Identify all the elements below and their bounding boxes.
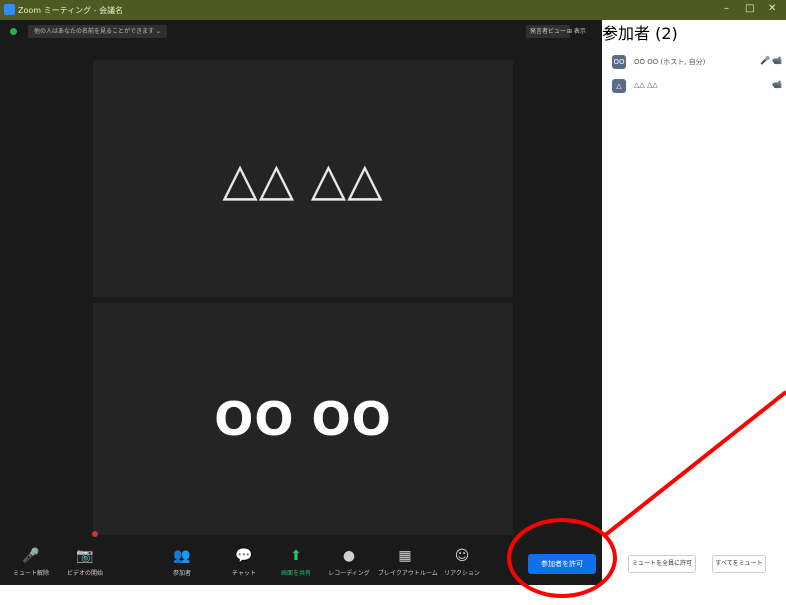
video-tile-participant-2[interactable]: OO OO (93, 303, 513, 535)
annotation-circle (507, 518, 617, 598)
unmute-button[interactable]: 🎤 ミュート解除 (4, 547, 58, 577)
toolbar-label: ビデオの開始 (66, 570, 103, 577)
participant-row[interactable]: OO OO OO (ホスト, 自分) 🎤 📹 (612, 55, 786, 73)
participant-name-label: OO OO (214, 392, 392, 446)
toolbar-label: ミュート解除 (12, 570, 49, 577)
chat-button[interactable]: 💬 チャット (217, 547, 271, 577)
record-icon: ● (342, 548, 356, 564)
recording-button[interactable]: ● レコーディング (322, 547, 376, 577)
camera-off-icon: 📷 (76, 548, 94, 564)
muted-mic-icon[interactable]: 🎤 (760, 56, 770, 65)
close-button[interactable]: ✕ (768, 3, 776, 14)
name-visibility-notice[interactable]: 他の人はあなたの名前を見ることができます ⌄ (28, 25, 167, 38)
reactions-button[interactable]: ☺ リアクション (435, 547, 489, 577)
share-screen-icon: ⬆ (290, 548, 302, 564)
mute-all-button[interactable]: すべてをミュート (712, 555, 766, 573)
breakout-rooms-icon: ▦ (398, 548, 412, 564)
window-title-bar: Zoom ミーティング - 会議名 – □ ✕ (0, 0, 786, 20)
toolbar-label: リアクション (444, 570, 480, 577)
breakout-rooms-button[interactable]: ▦ ブレイクアウトルーム (378, 547, 438, 577)
participants-panel (602, 20, 786, 605)
toolbar-label: チャット (232, 570, 256, 577)
participant-name-label: △△ △△ (222, 151, 384, 206)
zoom-app-icon (4, 4, 15, 15)
avatar: OO (612, 55, 626, 69)
minimize-button[interactable]: – (724, 3, 729, 14)
participant-name: OO OO (ホスト, 自分) (634, 58, 706, 66)
chat-icon: 💬 (235, 548, 253, 564)
toolbar-label: 画面を共有 (280, 570, 311, 577)
toolbar-label: ブレイクアウトルーム (378, 570, 438, 577)
security-shield-icon[interactable] (10, 28, 17, 35)
toolbar-label: レコーディング (328, 570, 370, 577)
speaker-view-button[interactable]: 発言者ビュー (526, 25, 571, 38)
view-menu-button[interactable]: ⊞ 表示 (567, 25, 586, 38)
allow-unmute-button[interactable]: ミュートを全員に許可 (628, 555, 696, 573)
reactions-icon: ☺ (454, 548, 470, 564)
recording-indicator-icon (92, 531, 98, 537)
participants-icon: 👥 (173, 548, 191, 564)
video-off-icon[interactable]: 📹 (772, 80, 782, 89)
video-off-icon[interactable]: 📹 (772, 56, 782, 65)
share-screen-button[interactable]: ⬆ 画面を共有 (269, 547, 323, 577)
participant-name: △△ △△ (634, 81, 658, 89)
window-title: Zoom ミーティング - 会議名 (18, 6, 124, 15)
avatar: △ (612, 79, 626, 93)
start-video-button[interactable]: 📷 ビデオの開始 (58, 547, 112, 577)
maximize-button[interactable]: □ (745, 3, 754, 14)
participants-panel-title: 参加者 (2) (602, 24, 678, 43)
video-tile-participant-1[interactable]: △△ △△ (93, 60, 513, 297)
participant-row[interactable]: △ △△ △△ 📹 (612, 79, 786, 97)
toolbar-label: 参加者 (172, 570, 191, 577)
participants-button[interactable]: 👥 参加者 (155, 547, 209, 577)
microphone-muted-icon: 🎤 (22, 548, 40, 564)
